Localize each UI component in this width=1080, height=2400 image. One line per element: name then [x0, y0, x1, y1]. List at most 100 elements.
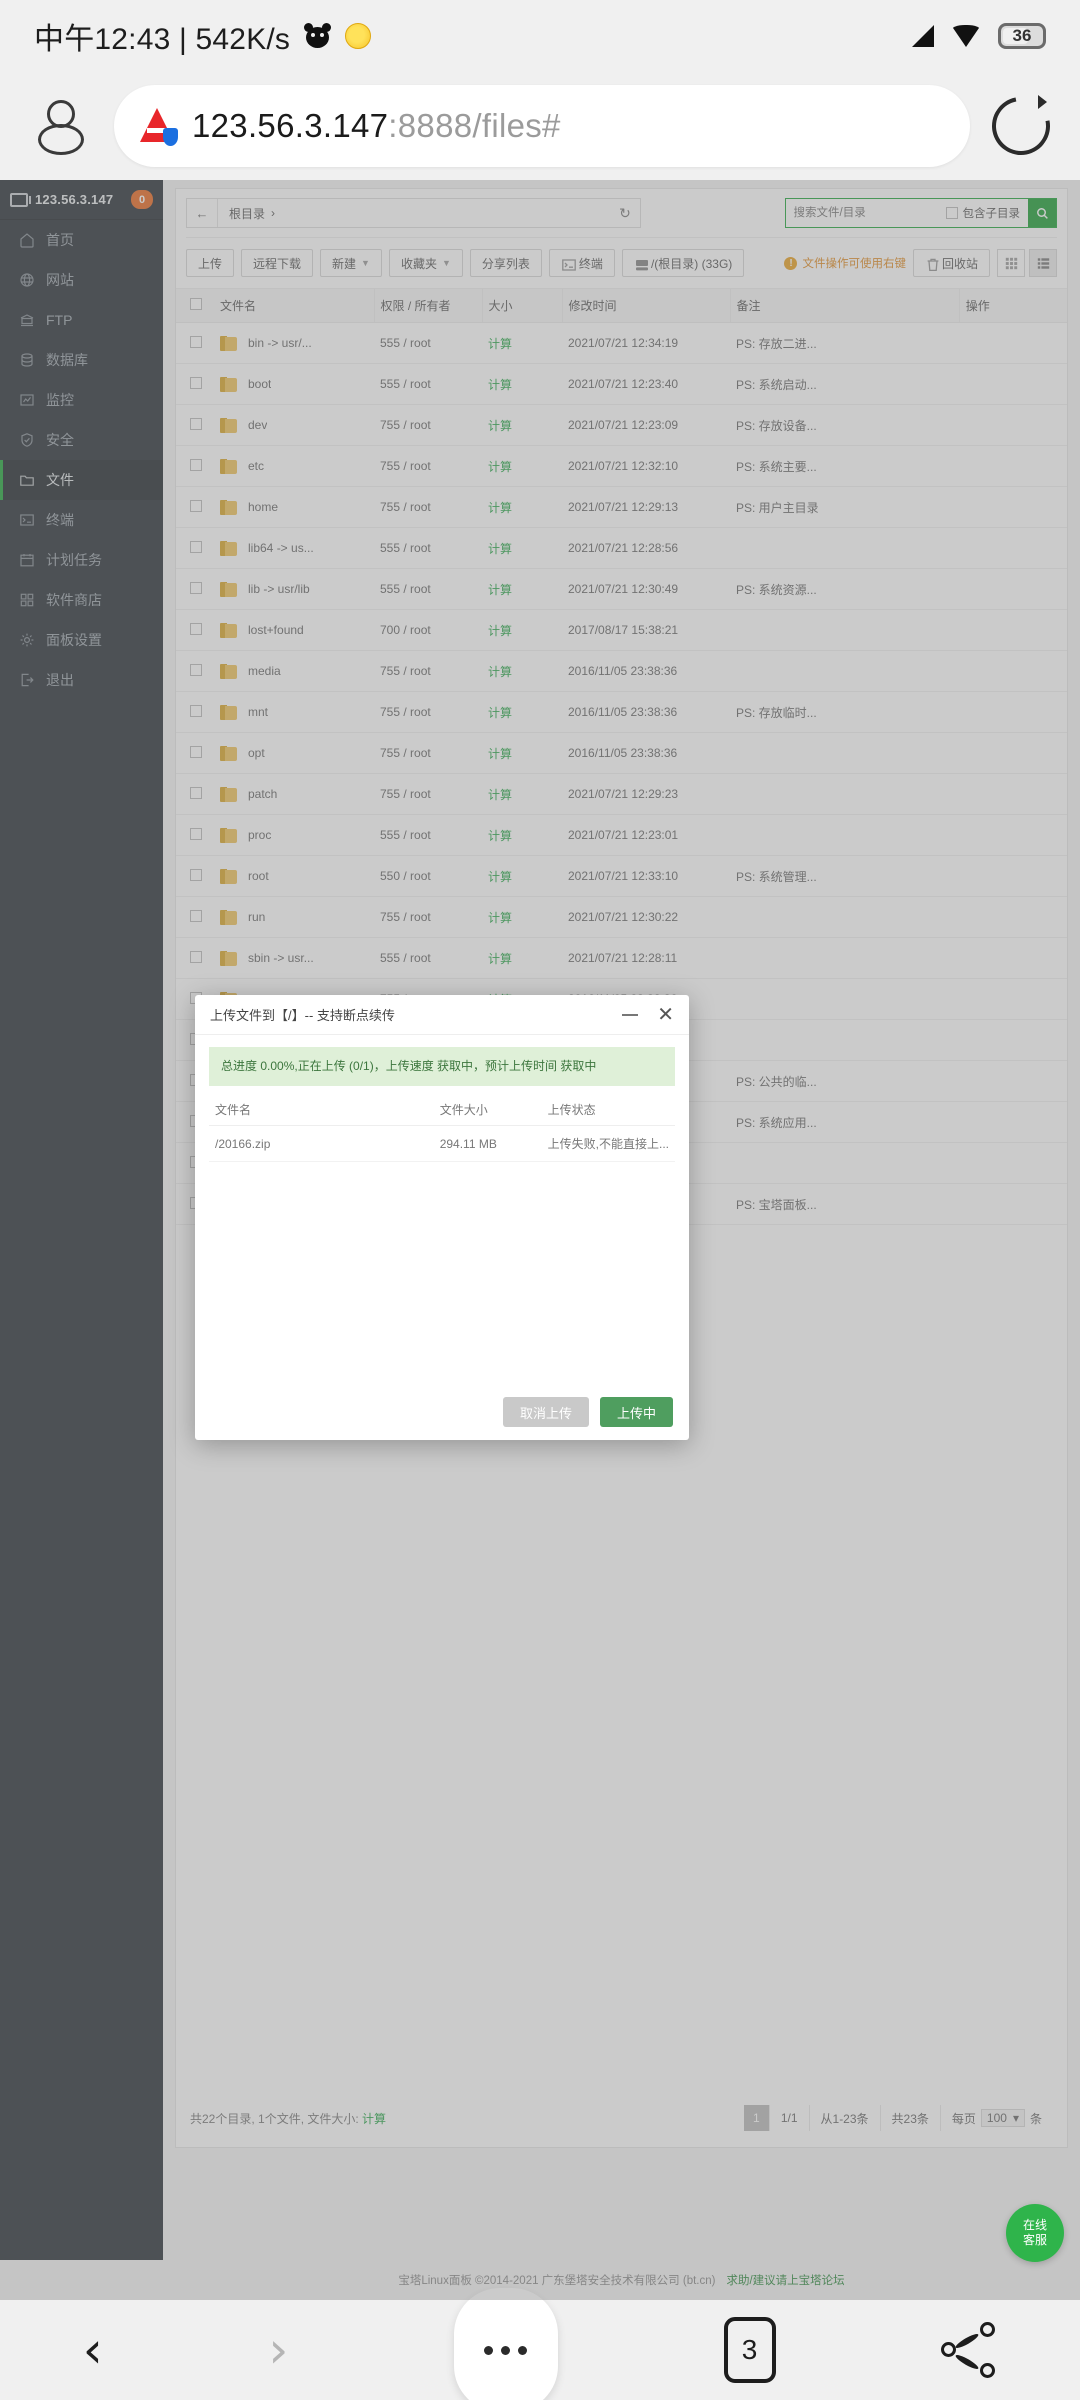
- table-row[interactable]: boot 555 / root 计算 2021/07/21 12:23:40 PS: 系…: [176, 363, 1067, 405]
- row-operations[interactable]: [959, 855, 1067, 897]
- grid-view-icon[interactable]: [997, 249, 1025, 277]
- row-size-label[interactable]: 计算: [488, 583, 512, 597]
- row-size-label[interactable]: 计算: [488, 460, 512, 474]
- disk-usage-button[interactable]: /(根目录) (33G): [621, 249, 745, 277]
- row-size[interactable]: 计算: [482, 445, 562, 487]
- row-checkbox-cell[interactable]: [176, 650, 214, 692]
- row-checkbox-cell[interactable]: [176, 814, 214, 856]
- row-checkbox[interactable]: [190, 376, 202, 389]
- include-subdir-toggle[interactable]: 包含子目录: [938, 205, 1029, 221]
- row-filename[interactable]: lib -> usr/lib: [214, 568, 374, 610]
- row-size-label[interactable]: 计算: [488, 378, 512, 392]
- sidebar-item-crontab[interactable]: 计划任务: [0, 540, 163, 580]
- row-checkbox[interactable]: [190, 622, 202, 635]
- row-size-label[interactable]: 计算: [488, 747, 512, 761]
- col-mtime[interactable]: 修改时间: [561, 288, 730, 323]
- row-size[interactable]: 计算: [482, 322, 562, 364]
- sidebar-item-website[interactable]: 网站: [0, 260, 163, 300]
- row-size-label[interactable]: 计算: [488, 624, 512, 638]
- row-size[interactable]: 计算: [482, 855, 562, 897]
- table-row[interactable]: run 755 / root 计算 2021/07/21 12:30:22: [176, 896, 1067, 938]
- search-input[interactable]: [785, 199, 938, 227]
- row-checkbox-cell[interactable]: [176, 568, 214, 610]
- row-filename[interactable]: sbin -> usr...: [214, 937, 374, 979]
- row-operations[interactable]: [959, 568, 1067, 610]
- sidebar-item-security[interactable]: 安全: [0, 420, 163, 460]
- col-permission[interactable]: 权限 / 所有者: [373, 288, 482, 323]
- row-checkbox-cell[interactable]: [176, 486, 214, 528]
- row-size-label[interactable]: 计算: [488, 788, 512, 802]
- row-operations[interactable]: [959, 978, 1067, 1020]
- row-operations[interactable]: [959, 773, 1067, 815]
- row-checkbox[interactable]: [190, 745, 202, 758]
- row-size[interactable]: 计算: [482, 609, 562, 651]
- row-operations[interactable]: [959, 896, 1067, 938]
- col-note[interactable]: 备注: [729, 288, 960, 323]
- row-size[interactable]: 计算: [482, 896, 562, 938]
- page-current[interactable]: 1: [743, 2105, 770, 2131]
- sidebar-notification-badge[interactable]: 0: [131, 190, 153, 209]
- table-row[interactable]: sbin -> usr... 555 / root 计算 2021/07/21 12:…: [176, 937, 1067, 979]
- row-size-label[interactable]: 计算: [488, 419, 512, 433]
- row-filename[interactable]: dev: [214, 404, 374, 446]
- sidebar-item-database[interactable]: 数据库: [0, 340, 163, 380]
- row-size-label[interactable]: 计算: [488, 706, 512, 720]
- breadcrumb-path[interactable]: 根目录 ›: [218, 205, 610, 222]
- row-filename[interactable]: media: [214, 650, 374, 692]
- upload-button[interactable]: 上传: [186, 249, 235, 277]
- row-operations[interactable]: [959, 937, 1067, 979]
- summary-calc-link[interactable]: 计算: [362, 2112, 386, 2126]
- search-icon[interactable]: [1028, 199, 1056, 227]
- row-operations[interactable]: [959, 609, 1067, 651]
- share-list-button[interactable]: 分享列表: [469, 249, 542, 277]
- table-row[interactable]: mnt 755 / root 计算 2016/11/05 23:38:36 PS: 存放…: [176, 691, 1067, 733]
- row-checkbox-cell[interactable]: [176, 609, 214, 651]
- row-filename[interactable]: home: [214, 486, 374, 528]
- nav-tab-count[interactable]: 3: [723, 2317, 776, 2383]
- row-size[interactable]: 计算: [482, 732, 562, 774]
- nav-back-icon[interactable]: ‹: [83, 2325, 103, 2375]
- row-permission[interactable]: 755 / root: [374, 445, 482, 487]
- row-permission[interactable]: 555 / root: [374, 814, 482, 856]
- favorites-button[interactable]: 收藏夹 ▼: [388, 249, 463, 277]
- row-checkbox[interactable]: [190, 950, 202, 963]
- row-checkbox-cell[interactable]: [176, 896, 214, 938]
- row-permission[interactable]: 755 / root: [374, 896, 482, 938]
- row-operations[interactable]: [959, 1183, 1067, 1225]
- row-operations[interactable]: [959, 732, 1067, 774]
- select-all-checkbox[interactable]: [190, 298, 202, 310]
- sidebar-item-appstore[interactable]: 软件商店: [0, 580, 163, 620]
- row-filename[interactable]: lib64 -> us...: [214, 527, 374, 569]
- row-filename[interactable]: boot: [214, 363, 374, 405]
- cancel-upload-button[interactable]: 取消上传: [502, 1397, 589, 1427]
- row-permission[interactable]: 755 / root: [374, 773, 482, 815]
- row-filename[interactable]: bin -> usr/...: [214, 322, 374, 364]
- row-size[interactable]: 计算: [482, 650, 562, 692]
- row-operations[interactable]: [959, 1060, 1067, 1102]
- new-button[interactable]: 新建 ▼: [320, 249, 382, 277]
- row-checkbox-cell[interactable]: [176, 773, 214, 815]
- row-size[interactable]: 计算: [482, 691, 562, 733]
- row-checkbox-cell[interactable]: [176, 855, 214, 897]
- row-size[interactable]: 计算: [482, 568, 562, 610]
- close-icon[interactable]: ✕: [657, 1005, 674, 1025]
- row-checkbox[interactable]: [190, 458, 202, 471]
- row-filename[interactable]: patch: [214, 773, 374, 815]
- row-filename[interactable]: proc: [214, 814, 374, 856]
- col-filename[interactable]: 文件名: [214, 288, 374, 323]
- row-size[interactable]: 计算: [482, 363, 562, 405]
- sidebar-header[interactable]: 123.56.3.147 0: [0, 180, 163, 220]
- table-row[interactable]: patch 755 / root 计算 2021/07/21 12:29:23: [176, 773, 1067, 815]
- row-size[interactable]: 计算: [482, 814, 562, 856]
- remote-download-button[interactable]: 远程下载: [241, 249, 314, 277]
- row-permission[interactable]: 555 / root: [374, 527, 482, 569]
- row-permission[interactable]: 755 / root: [374, 650, 482, 692]
- row-size[interactable]: 计算: [482, 527, 562, 569]
- row-operations[interactable]: [959, 650, 1067, 692]
- row-permission[interactable]: 555 / root: [374, 568, 482, 610]
- row-checkbox[interactable]: [190, 335, 202, 348]
- row-size-label[interactable]: 计算: [488, 337, 512, 351]
- breadcrumb-root-label[interactable]: 根目录: [229, 205, 265, 222]
- row-operations[interactable]: [959, 814, 1067, 856]
- row-filename[interactable]: root: [214, 855, 374, 897]
